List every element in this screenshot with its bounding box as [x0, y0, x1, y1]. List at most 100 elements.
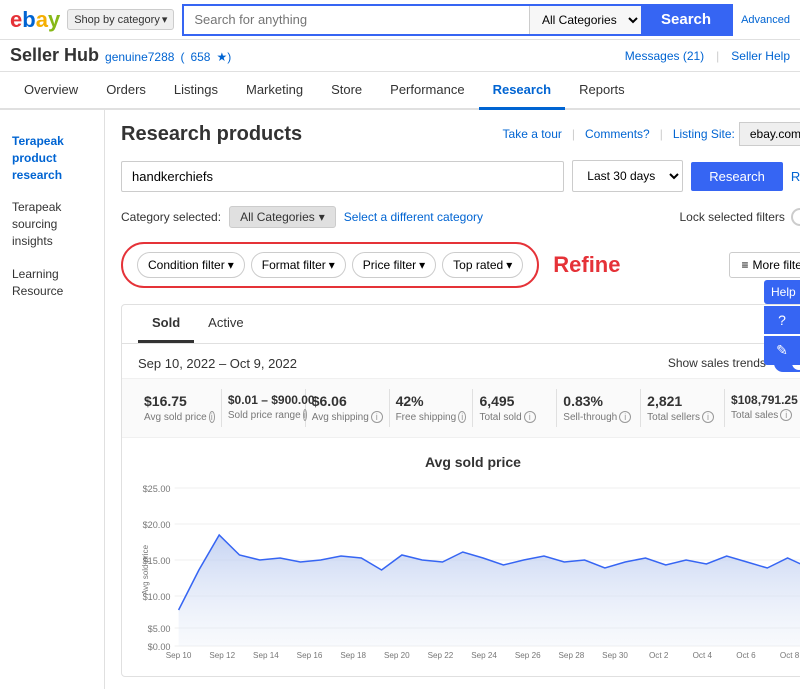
shop-by-button[interactable]: Shop by category ▾	[67, 9, 174, 30]
help-button[interactable]: Help	[764, 280, 800, 304]
format-filter-button[interactable]: Format filter ▾	[251, 252, 346, 278]
logo-a: a	[36, 7, 47, 33]
messages-link[interactable]: Messages (21)	[625, 49, 704, 63]
reset-link[interactable]: Reset	[791, 169, 800, 184]
tab-overview[interactable]: Overview	[10, 72, 92, 110]
sidebar-item-sourcing-insights[interactable]: Terapeak sourcing insights	[0, 191, 104, 257]
research-button[interactable]: Research	[691, 162, 783, 191]
chart-svg: $25.00 $20.00 $15.00 $10.00 $5.00 $0.00	[138, 480, 800, 660]
svg-text:$5.00: $5.00	[148, 624, 171, 634]
logo-e: e	[10, 7, 21, 33]
sidebar-item-learning-resource[interactable]: Learning Resource	[0, 258, 104, 308]
username[interactable]: genuine7288	[105, 50, 174, 64]
stat-value-free-shipping: 42%	[396, 393, 467, 409]
stat-label-text-2: Avg shipping	[312, 412, 369, 423]
info-icon-6[interactable]: i	[702, 411, 714, 423]
tab-orders[interactable]: Orders	[92, 72, 160, 110]
stat-label-sell-through: Sell-through i	[563, 411, 634, 423]
date-range-select[interactable]: Last 30 days	[572, 160, 683, 192]
seller-help-link[interactable]: Seller Help	[731, 49, 790, 63]
shop-by-label: Shop by category	[74, 14, 160, 26]
info-icon-2[interactable]: i	[371, 411, 383, 423]
tab-listings[interactable]: Listings	[160, 72, 232, 110]
stat-label-avg-sold: Avg sold price i	[144, 411, 215, 423]
stat-sold-price-range: $0.01 – $900.00 Sold price range i	[222, 389, 306, 427]
help-edit-button[interactable]: ✎	[764, 336, 800, 365]
chart-area: Avg sold price $25.00 $20.00 $15.00 $10.…	[122, 438, 800, 676]
stat-value-total-sold: 6,495	[479, 393, 550, 409]
search-input[interactable]	[184, 6, 529, 34]
more-filters-button[interactable]: ≡ More filters	[729, 252, 800, 278]
tab-performance[interactable]: Performance	[376, 72, 478, 110]
tab-reports[interactable]: Reports	[565, 72, 639, 110]
info-icon-4[interactable]: i	[524, 411, 536, 423]
tab-store[interactable]: Store	[317, 72, 376, 110]
lock-filter-label: Lock selected filters	[679, 210, 784, 224]
category-label: Category selected:	[121, 210, 221, 224]
stat-value-total-sellers: 2,821	[647, 393, 718, 409]
stat-avg-shipping: $6.06 Avg shipping i	[306, 389, 390, 427]
results-card: Sold Active Sep 10, 2022 – Oct 9, 2022 S…	[121, 304, 800, 677]
stat-label-total-sold: Total sold i	[479, 411, 550, 423]
tab-sold[interactable]: Sold	[138, 305, 194, 343]
help-panel: Help ? ✎	[764, 280, 800, 365]
stat-total-sales: $108,791.25 Total sales i	[725, 389, 800, 427]
help-question-button[interactable]: ?	[764, 306, 800, 334]
category-filter: Category selected: All Categories ▾ Sele…	[121, 206, 800, 228]
price-chevron-icon: ▾	[419, 258, 425, 272]
lock-filter-toggle[interactable]	[791, 208, 800, 226]
lock-filter: Lock selected filters	[679, 208, 800, 226]
more-filters-label: More filters	[753, 258, 800, 272]
price-filter-button[interactable]: Price filter ▾	[352, 252, 436, 278]
svg-text:$25.00: $25.00	[143, 484, 171, 494]
tab-active[interactable]: Active	[194, 305, 257, 343]
category-badge[interactable]: All Categories ▾	[229, 206, 336, 228]
top-rated-filter-button[interactable]: Top rated ▾	[442, 252, 523, 278]
main-content: Research products Take a tour | Comments…	[105, 110, 800, 689]
user-rating-close: ★)	[216, 50, 231, 64]
toggle-knob	[793, 210, 800, 224]
info-icon-3[interactable]: i	[458, 411, 466, 423]
change-category-link[interactable]: Select a different category	[344, 210, 483, 224]
info-icon-0[interactable]: i	[209, 411, 215, 423]
listing-site-select[interactable]: ebay.com	[739, 122, 800, 146]
link-separator: |	[716, 49, 719, 63]
results-tabs: Sold Active	[122, 305, 800, 344]
stat-label-text-6: Total sellers	[647, 412, 700, 423]
tab-marketing[interactable]: Marketing	[232, 72, 317, 110]
take-tour-link[interactable]: Take a tour	[503, 127, 562, 141]
stat-total-sold: 6,495 Total sold i	[473, 389, 557, 427]
user-rating-value: 658	[190, 50, 210, 64]
stat-value-total-sales: $108,791.25	[731, 393, 800, 407]
stat-value-sell-through: 0.83%	[563, 393, 634, 409]
seller-links: Messages (21) | Seller Help	[625, 49, 790, 63]
condition-filter-button[interactable]: Condition filter ▾	[137, 252, 245, 278]
search-bar: All Categories Search	[182, 4, 733, 36]
research-input[interactable]	[121, 161, 564, 192]
price-filter-label: Price filter	[363, 258, 416, 272]
stat-label-text-7: Total sales	[731, 410, 778, 421]
category-select[interactable]: All Categories	[529, 6, 641, 34]
main-nav: Overview Orders Listings Marketing Store…	[0, 72, 800, 110]
stat-label-text-3: Free shipping	[396, 412, 457, 423]
tab-research[interactable]: Research	[479, 72, 566, 110]
comments-link[interactable]: Comments?	[585, 127, 650, 141]
svg-text:Avg sold price: Avg sold price	[141, 544, 150, 595]
info-icon-7[interactable]: i	[780, 409, 792, 421]
stat-label-free-shipping: Free shipping i	[396, 411, 467, 423]
logo-b: b	[22, 7, 34, 33]
advanced-link[interactable]: Advanced	[741, 14, 790, 26]
filter-oval: Condition filter ▾ Format filter ▾ Price…	[121, 242, 539, 288]
sidebar-item-product-research[interactable]: Terapeak product research	[0, 125, 104, 191]
stat-value-price-range: $0.01 – $900.00	[228, 393, 299, 407]
stat-value-avg-shipping: $6.06	[312, 393, 383, 409]
layout: Terapeak product research Terapeak sourc…	[0, 110, 800, 689]
info-icon-5[interactable]: i	[619, 411, 631, 423]
refine-section: Condition filter ▾ Format filter ▾ Price…	[121, 242, 800, 288]
top-bar: ebay Shop by category ▾ All Categories S…	[0, 0, 800, 40]
page-header-right: Take a tour | Comments? | Listing Site: …	[503, 122, 800, 146]
seller-hub-title: Seller Hub genuine7288 ( 658 ★)	[10, 45, 231, 66]
second-bar: Seller Hub genuine7288 ( 658 ★) Messages…	[0, 40, 800, 72]
stat-label-avg-shipping: Avg shipping i	[312, 411, 383, 423]
search-button[interactable]: Search	[641, 6, 731, 34]
